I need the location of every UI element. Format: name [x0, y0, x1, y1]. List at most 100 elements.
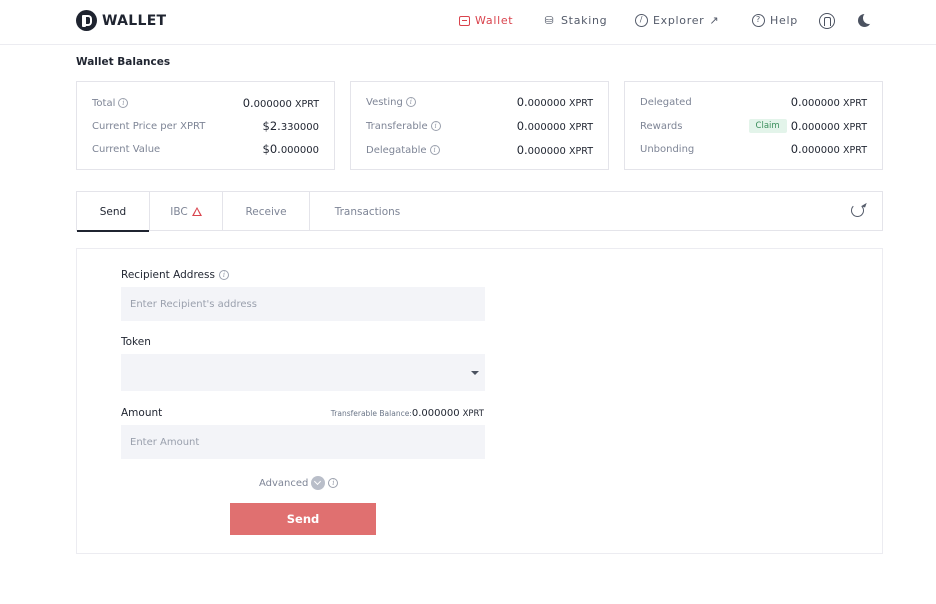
transferable-value-int: 0. [516, 119, 528, 133]
total-label: Total i [92, 97, 129, 109]
recipient-address-label: Recipient Address i [121, 269, 229, 281]
amount-input[interactable] [121, 425, 485, 459]
price-value-dec: 330000 [280, 122, 319, 133]
token-label: Token [121, 336, 151, 348]
total-value-int: 0. [242, 96, 254, 110]
transferable-label-text: Transferable [366, 120, 428, 132]
send-form: Recipient Address i Token Amount Transfe… [76, 248, 883, 554]
tab-receive-label: Receive [245, 205, 287, 218]
nav-staking[interactable]: ⛁ Staking [543, 14, 607, 27]
persistence-logo-icon [76, 10, 97, 31]
rewards-value-int: 0. [790, 119, 802, 133]
transferable-value: 0.000000 XPRT [517, 119, 593, 133]
profile-icon[interactable] [819, 13, 835, 29]
balance-card-vesting: Vesting i 0.000000 XPRT Transferable i 0.0… [350, 81, 609, 170]
rewards-value-dec: 000000 [801, 122, 840, 133]
current-value: $0.000000 [263, 142, 319, 156]
delegated-value: 0.000000 XPRT [791, 95, 867, 109]
warning-icon [191, 207, 202, 216]
unbonding-value-dec: 000000 [801, 145, 840, 156]
staking-icon: ⛁ [544, 14, 555, 27]
nav-explorer[interactable]: / Explorer ↗ [635, 14, 719, 27]
balance-card-total: Total i 0.000000 XPRT Current Price per X… [76, 81, 335, 170]
total-value-dec: 000000 [253, 99, 292, 110]
transferable-balance: Transferable Balance: 0.000000 XPRT [331, 408, 484, 419]
tab-transactions[interactable]: Transactions [310, 192, 425, 231]
app-logo[interactable]: WALLET [76, 10, 166, 31]
total-label-text: Total [92, 97, 116, 109]
info-icon[interactable]: i [118, 98, 129, 108]
advanced-label: Advanced [259, 477, 309, 489]
claim-button[interactable]: Claim [748, 119, 787, 133]
unbonding-value-int: 0. [790, 142, 802, 156]
caret-down-icon [471, 371, 479, 375]
vesting-value-int: 0. [516, 95, 528, 109]
balance-card-delegated: Delegated 0.000000 XPRT Rewards Claim 0.… [624, 81, 883, 170]
vesting-label-text: Vesting [366, 96, 403, 108]
price-value: $2.330000 [263, 119, 319, 133]
delegatable-value: 0.000000 XPRT [517, 143, 593, 157]
wallet-icon [459, 15, 470, 26]
amount-label: Amount [121, 407, 163, 419]
total-value: 0.000000 XPRT [243, 96, 319, 110]
transferable-balance-value: 0.000000 [411, 408, 460, 419]
transferable-balance-unit: XPRT [462, 409, 484, 419]
price-label: Current Price per XPRT [92, 120, 206, 132]
recipient-address-label-text: Recipient Address [121, 269, 215, 281]
tab-send[interactable]: Send [77, 192, 150, 232]
info-icon[interactable]: i [429, 145, 440, 155]
nav-wallet[interactable]: Wallet [459, 14, 513, 27]
chevron-down-icon[interactable] [311, 476, 326, 490]
top-header: WALLET Wallet ⛁ Staking / Explorer ↗ ? H… [0, 0, 936, 45]
delegatable-value-dec: 000000 [527, 146, 566, 157]
app-title: WALLET [102, 12, 167, 29]
transferable-label: Transferable i [366, 121, 441, 132]
nav-staking-label: Staking [561, 14, 608, 27]
current-value-label: Current Value [92, 143, 161, 155]
transferable-balance-label: Transferable Balance: [330, 409, 412, 418]
info-icon[interactable]: i [405, 97, 416, 107]
current-value-dec: 000000 [280, 145, 319, 156]
info-icon[interactable]: i [328, 478, 339, 488]
external-link-icon: ↗ [709, 14, 720, 27]
vesting-value-unit: XPRT [569, 98, 593, 109]
tab-send-label: Send [99, 205, 127, 218]
dark-mode-icon[interactable] [857, 12, 875, 29]
rewards-label: Rewards [640, 120, 683, 132]
nav-help-label: Help [770, 14, 798, 27]
tab-ibc[interactable]: IBC [150, 192, 223, 231]
wallet-balances-title: Wallet Balances [76, 56, 171, 68]
token-select[interactable] [121, 354, 485, 391]
tab-transactions-label: Transactions [334, 205, 401, 218]
vesting-value: 0.000000 XPRT [517, 95, 593, 109]
rewards-value: 0.000000 XPRT [791, 119, 867, 133]
delegatable-label-text: Delegatable [366, 144, 427, 156]
unbonding-value-unit: XPRT [843, 145, 867, 156]
wallet-tabs: Send IBC Receive Transactions [76, 191, 883, 232]
info-icon[interactable]: i [218, 270, 229, 280]
rewards-group: Claim 0.000000 XPRT [748, 119, 867, 133]
info-icon[interactable]: i [430, 121, 441, 131]
total-value-unit: XPRT [295, 99, 319, 110]
recipient-address-input[interactable] [121, 287, 485, 321]
nav-help[interactable]: ? Help [752, 14, 798, 27]
vesting-value-dec: 000000 [527, 98, 566, 109]
tab-ibc-label: IBC [170, 205, 188, 218]
vesting-label: Vesting i [366, 97, 416, 108]
delegated-label: Delegated [640, 96, 692, 108]
delegatable-label: Delegatable i [366, 145, 440, 156]
advanced-toggle[interactable]: Advanced i [259, 476, 339, 490]
transferable-value-dec: 000000 [527, 122, 566, 133]
transferable-value-unit: XPRT [569, 122, 593, 133]
tab-receive[interactable]: Receive [223, 192, 310, 231]
send-button[interactable]: Send [230, 503, 376, 535]
delegated-value-dec: 000000 [801, 98, 840, 109]
delegatable-value-unit: XPRT [569, 146, 593, 157]
delegatable-value-int: 0. [516, 143, 528, 157]
refresh-icon[interactable] [851, 204, 864, 217]
delegated-value-unit: XPRT [843, 98, 867, 109]
unbonding-label: Unbonding [640, 143, 695, 155]
nav-wallet-label: Wallet [475, 14, 514, 27]
unbonding-value: 0.000000 XPRT [791, 142, 867, 156]
compass-icon: / [635, 14, 648, 27]
